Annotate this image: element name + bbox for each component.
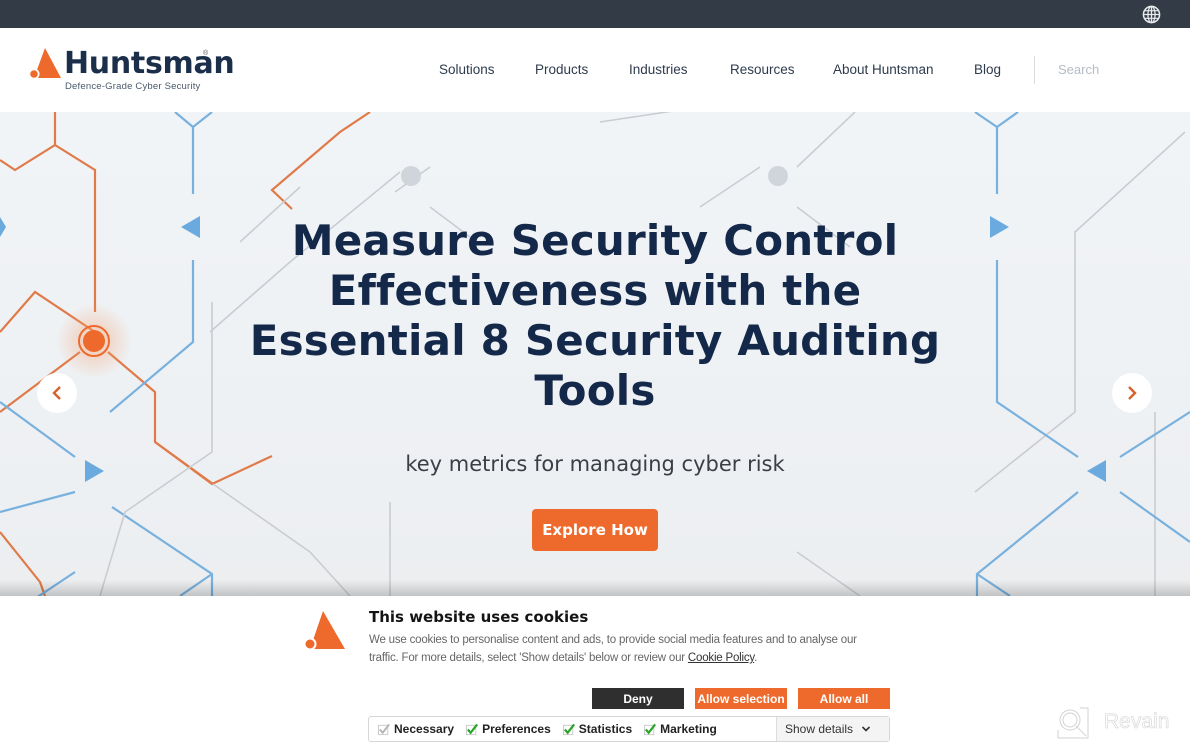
- allow-selection-button[interactable]: Allow selection: [695, 688, 787, 709]
- cookie-policy-link[interactable]: Cookie Policy: [688, 652, 754, 664]
- hero-title-line: Measure Security Control: [291, 216, 899, 265]
- search-input[interactable]: [1058, 62, 1178, 77]
- nav-item-about-huntsman[interactable]: About Huntsman: [833, 62, 934, 77]
- slider-prev-button[interactable]: [37, 373, 77, 413]
- logo-tagline: Defence-Grade Cyber Security: [65, 81, 201, 92]
- show-details-label: Show details: [785, 722, 854, 736]
- hero-title-line: Essential 8 Security Auditing: [249, 316, 941, 365]
- necessary-label: Necessary: [394, 722, 455, 736]
- nav-item-blog[interactable]: Blog: [974, 62, 1001, 77]
- hero-bottom-shadow: [0, 580, 1190, 596]
- marketing-label: Marketing: [660, 722, 717, 736]
- cookie-description-end: .: [754, 652, 758, 664]
- consent-options-bar: Necessary Preferences Statistics Marketi…: [368, 716, 890, 742]
- show-details-toggle[interactable]: Show details: [776, 717, 889, 741]
- necessary-checkbox[interactable]: Necessary: [378, 722, 454, 736]
- chevron-down-icon: [861, 726, 871, 732]
- globe-icon[interactable]: [1142, 5, 1161, 24]
- marketing-checkbox[interactable]: Marketing: [644, 722, 717, 736]
- checkmark-disabled-icon: [378, 723, 390, 735]
- checkmark-icon: [562, 723, 575, 735]
- deny-button[interactable]: Deny: [592, 688, 684, 709]
- checkmark-icon: [466, 723, 479, 735]
- explore-how-button[interactable]: Explore How: [532, 509, 658, 551]
- registered-mark: ®: [203, 50, 209, 57]
- revain-logo-icon: [1057, 707, 1089, 739]
- revain-wordmark: Revain: [1104, 710, 1170, 734]
- statistics-checkbox[interactable]: Statistics: [562, 722, 633, 736]
- checkmark-icon: [644, 723, 657, 735]
- top-utility-bar: [0, 0, 1190, 28]
- logo-triangle-icon: [29, 48, 61, 80]
- cookie-title: This website uses cookies: [369, 608, 589, 626]
- hero-subtitle: key metrics for managing cyber risk: [405, 452, 785, 476]
- nav-item-products[interactable]: Products: [535, 62, 588, 77]
- hero-slider: Measure Security Control Effectiveness w…: [0, 112, 1190, 596]
- revain-watermark: Revain: [1056, 706, 1186, 742]
- nav-item-solutions[interactable]: Solutions: [439, 62, 495, 77]
- nav-item-industries[interactable]: Industries: [629, 62, 688, 77]
- huntsman-logo[interactable]: Huntsman ® Defence-Grade Cyber Security: [29, 46, 235, 98]
- nav-item-resources[interactable]: Resources: [730, 62, 795, 77]
- nav-divider: [1034, 56, 1035, 84]
- cookie-brand-logo-icon: [303, 611, 345, 651]
- logo-wordmark: Huntsman: [64, 46, 235, 81]
- allow-all-button[interactable]: Allow all: [798, 688, 890, 709]
- chevron-right-icon: [1128, 386, 1137, 400]
- preferences-label: Preferences: [482, 722, 551, 736]
- cookie-banner: This website uses cookies We use cookies…: [0, 596, 1190, 753]
- hero-title-line: Effectiveness with the: [328, 266, 862, 315]
- cookie-description-text: We use cookies to personalise content an…: [369, 634, 857, 664]
- cookie-description: We use cookies to personalise content an…: [369, 631, 879, 667]
- chevron-left-icon: [52, 386, 61, 400]
- statistics-label: Statistics: [578, 722, 633, 736]
- site-header: Huntsman ® Defence-Grade Cyber Security …: [0, 28, 1190, 112]
- slider-next-button[interactable]: [1112, 373, 1152, 413]
- hero-title-line: Tools: [534, 366, 656, 415]
- hero-title: Measure Security Control Effectiveness w…: [245, 216, 945, 416]
- preferences-checkbox[interactable]: Preferences: [466, 722, 551, 736]
